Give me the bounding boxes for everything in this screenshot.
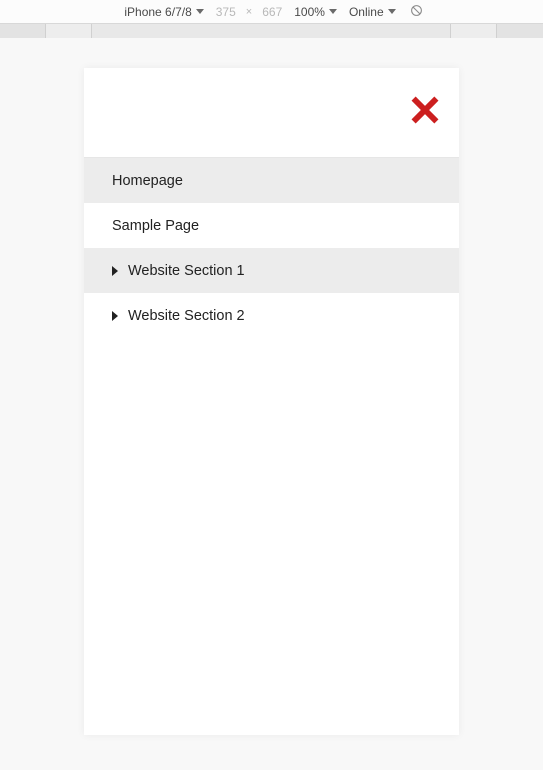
caret-right-icon	[112, 266, 118, 276]
caret-down-icon	[388, 9, 396, 14]
menu-item-label: Website Section 1	[128, 263, 245, 279]
menu-item-website-section-2[interactable]: Website Section 2	[84, 293, 459, 338]
ruler-segment	[46, 24, 92, 38]
device-frame: Homepage Sample Page Website Section 1 W…	[84, 68, 459, 735]
viewport-height[interactable]: 667	[258, 5, 286, 19]
ruler-segment	[451, 24, 497, 38]
viewport-width[interactable]: 375	[212, 5, 240, 19]
panel-header	[84, 68, 459, 158]
network-value: Online	[349, 5, 384, 19]
menu-list: Homepage Sample Page Website Section 1 W…	[84, 158, 459, 338]
devtools-toolbar: iPhone 6/7/8 375 × 667 100% Online	[0, 0, 543, 24]
device-name: iPhone 6/7/8	[124, 5, 191, 19]
menu-item-label: Sample Page	[112, 218, 199, 234]
menu-item-website-section-1[interactable]: Website Section 1	[84, 248, 459, 293]
menu-item-label: Homepage	[112, 173, 183, 189]
device-selector[interactable]: iPhone 6/7/8	[120, 5, 207, 19]
stage: Homepage Sample Page Website Section 1 W…	[0, 38, 543, 770]
zoom-selector[interactable]: 100%	[290, 5, 341, 19]
caret-down-icon	[329, 9, 337, 14]
ruler-segment	[92, 24, 451, 38]
menu-item-homepage[interactable]: Homepage	[84, 158, 459, 203]
close-button[interactable]	[411, 96, 439, 129]
ruler-segment	[0, 24, 46, 38]
ruler-segment	[497, 24, 543, 38]
caret-down-icon	[196, 9, 204, 14]
menu-item-label: Website Section 2	[128, 308, 245, 324]
network-selector[interactable]: Online	[345, 5, 400, 19]
ruler-strip	[0, 24, 543, 38]
rotate-icon[interactable]	[404, 4, 423, 20]
zoom-value: 100%	[294, 5, 325, 19]
times-icon: ×	[246, 6, 252, 18]
caret-right-icon	[112, 311, 118, 321]
close-icon	[411, 96, 439, 124]
menu-item-sample-page[interactable]: Sample Page	[84, 203, 459, 248]
